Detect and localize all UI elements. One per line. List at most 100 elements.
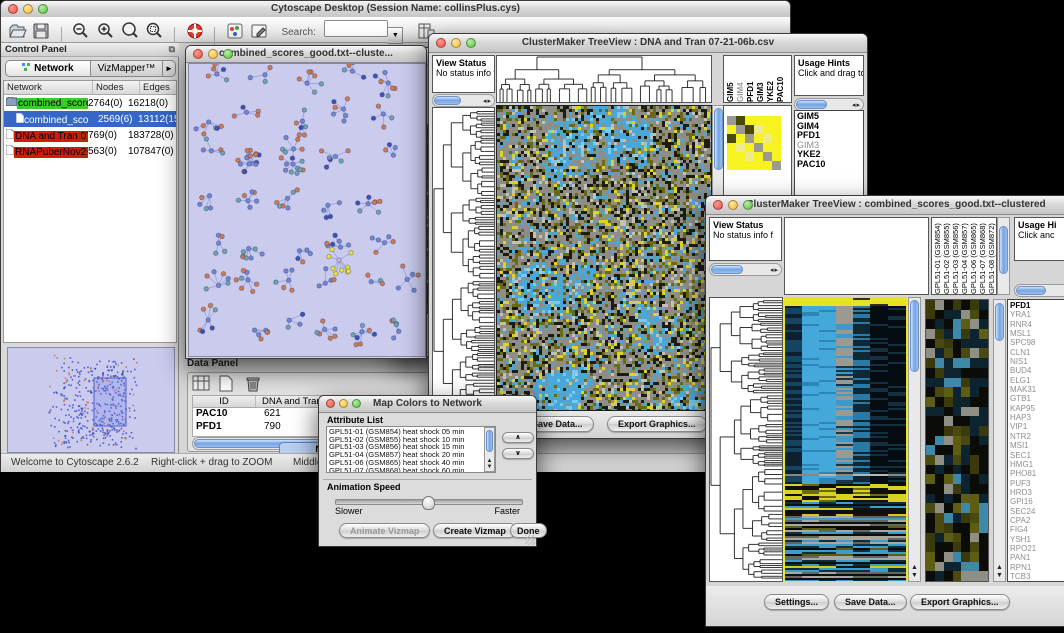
tv2-gene-label[interactable]: HRD3 (1010, 488, 1064, 497)
attribute-select-icon[interactable] (192, 375, 212, 395)
minimize-icon[interactable] (728, 200, 738, 210)
tv2-gene-label[interactable]: SPC98 (1010, 338, 1064, 347)
tv2-save-data-button[interactable]: Save Data... (834, 594, 907, 610)
network1-titlebar[interactable]: combined_scores_good.txt--cluste... (186, 46, 426, 63)
search-dropdown-button[interactable]: ▼ (388, 27, 403, 44)
help-icon[interactable] (185, 21, 205, 41)
close-icon[interactable] (436, 38, 446, 48)
tv2-gene-label[interactable]: MSL1 (1010, 329, 1064, 338)
tv2-gene-label[interactable]: RPN1 (1010, 563, 1064, 572)
dialog-titlebar[interactable]: Map Colors to Network (319, 396, 536, 413)
birdseye-view[interactable] (7, 347, 175, 453)
tv2-right-vscrollbar[interactable] (997, 217, 1010, 295)
vizmapper-icon[interactable] (225, 21, 245, 41)
save-session-icon[interactable] (31, 21, 51, 41)
create-vizmap-button[interactable]: Create Vizmap (433, 523, 517, 538)
minimize-icon[interactable] (451, 38, 461, 48)
tv2-gene-label[interactable]: CLN1 (1010, 348, 1064, 357)
network-row[interactable]: DNA and Tran 07 769(0) 183728(0) (4, 127, 176, 143)
zoom-window-icon[interactable] (38, 4, 48, 14)
window-controls[interactable] (8, 4, 48, 14)
scroll-arrows-icon[interactable]: ◂▸ (852, 101, 861, 109)
tv2-row-tree-panel[interactable] (709, 297, 783, 582)
tv2-gene-label[interactable]: NTR2 (1010, 432, 1064, 441)
tv2-gene-label[interactable]: PAN1 (1010, 553, 1064, 562)
scroll-arrows-icon[interactable]: ◂▸ (483, 97, 492, 105)
animate-vizmap-button[interactable]: Animate Vizmap (339, 523, 430, 538)
tab-network[interactable]: Network (5, 60, 91, 77)
tv1-export-graphics-button[interactable]: Export Graphics... (607, 416, 707, 432)
tv2-gene-label[interactable]: VIP1 (1010, 422, 1064, 431)
tv2-gene-label[interactable]: HMG1 (1010, 460, 1064, 469)
tv2-gene-label[interactable]: TCB3 (1010, 572, 1064, 581)
delete-attribute-icon[interactable] (245, 375, 265, 395)
minimize-icon[interactable] (23, 4, 33, 14)
resize-grip-icon[interactable] (525, 535, 535, 545)
attribute-item[interactable]: GPL51-07 (GSM868) heat shock 60 min (329, 467, 493, 473)
tv2-gene-label[interactable]: KAP95 (1010, 404, 1064, 413)
tv2-export-graphics-button[interactable]: Export Graphics... (910, 594, 1010, 610)
tv1-heatmap-panel[interactable] (496, 105, 712, 411)
col-header-network[interactable]: Network (4, 81, 93, 94)
tv2-heatmap-vscrollbar[interactable]: ▲▼ (908, 297, 921, 582)
scroll-arrows-icon[interactable]: ◂▸ (770, 266, 779, 274)
tv2-gene-label[interactable]: PFD1 (1010, 301, 1064, 310)
tv2-gene-label[interactable]: GPI16 (1010, 497, 1064, 506)
close-icon[interactable] (8, 4, 18, 14)
tab-vizmapper[interactable]: VizMapper™ (91, 60, 163, 77)
tv2-gene-label[interactable]: NIS1 (1010, 357, 1064, 366)
tv2-gene-label[interactable]: MSI1 (1010, 441, 1064, 450)
network-row-selected[interactable]: combined_sco 2569(6) 13112(15) (4, 111, 176, 127)
tv2-settings-button[interactable]: Settings... (764, 594, 829, 610)
tv2-zoom-panel[interactable] (925, 299, 989, 582)
tv2-gene-label[interactable]: GTB1 (1010, 394, 1064, 403)
zoom-in-icon[interactable] (96, 21, 116, 41)
new-attribute-icon[interactable] (218, 375, 238, 395)
tv2-gene-label[interactable]: BUD4 (1010, 366, 1064, 375)
close-icon[interactable] (326, 399, 335, 408)
tv2-gene-label[interactable]: CPA2 (1010, 516, 1064, 525)
minimize-icon[interactable] (339, 399, 348, 408)
tv1-view-status-scrollbar[interactable]: ◂▸ (432, 94, 495, 107)
close-icon[interactable] (193, 49, 203, 59)
zoom-window-icon[interactable] (223, 49, 233, 59)
tv2-genelist-vscrollbar[interactable]: ▲▼ (993, 299, 1006, 582)
tv2-gene-label[interactable]: YSH1 (1010, 535, 1064, 544)
close-icon[interactable] (713, 200, 723, 210)
col-header-nodes[interactable]: Nodes (93, 81, 140, 94)
scroll-arrows-icon[interactable]: ▲▼ (994, 564, 1005, 580)
tv2-gene-label[interactable]: RPO21 (1010, 544, 1064, 553)
tv2-gene-label[interactable]: RNR4 (1010, 320, 1064, 329)
tv2-gene-label[interactable]: MAK31 (1010, 385, 1064, 394)
treeview1-titlebar[interactable]: ClusterMaker TreeView : DNA and Tran 07-… (429, 34, 867, 53)
treeview2-titlebar[interactable]: ClusterMaker TreeView : combined_scores_… (706, 196, 1064, 215)
attribute-listbox[interactable]: GPL51-01 (GSM854) heat shock 05 minGPL51… (326, 426, 496, 473)
float-panel-icon[interactable]: ⧉ (169, 44, 175, 55)
zoom-window-icon[interactable] (743, 200, 753, 210)
tv2-gene-label[interactable]: YRA1 (1010, 310, 1064, 319)
network-row[interactable]: RNAPuberNov2+| 563(0) 107847(0) (4, 143, 176, 159)
tv2-heatmap-panel[interactable] (784, 297, 907, 582)
animation-speed-slider[interactable] (335, 499, 523, 505)
tv2-gene-label[interactable]: SEC1 (1010, 451, 1064, 460)
zoom-fit-icon[interactable] (145, 21, 165, 41)
main-titlebar[interactable]: Cytoscape Desktop (Session Name: collins… (1, 1, 790, 18)
tv2-view-status-scrollbar[interactable]: ◂▸ (709, 263, 782, 276)
tv2-usage-scrollbar[interactable]: ◂▸ (1014, 284, 1064, 297)
scroll-arrows-icon[interactable]: ▲▼ (485, 458, 494, 470)
tv1-column-tree-panel[interactable] (496, 55, 712, 103)
network-row[interactable]: combined_scores 2764(0) 16218(0) (4, 95, 176, 111)
search-input[interactable] (324, 20, 388, 37)
tv2-gene-label[interactable]: SEC24 (1010, 507, 1064, 516)
tv2-gene-label[interactable]: HAP3 (1010, 413, 1064, 422)
tv2-gene-list[interactable]: PFD1YRA1RNR4MSL1SPC98CLN1NIS1BUD4ELG1MAK… (1007, 299, 1064, 582)
network1-canvas-area[interactable] (188, 63, 426, 357)
tv2-gene-label[interactable]: PUF3 (1010, 479, 1064, 488)
zoom-out-icon[interactable] (71, 21, 91, 41)
minimize-icon[interactable] (208, 49, 218, 59)
slider-thumb[interactable] (422, 496, 435, 510)
tv2-column-tree-panel[interactable] (784, 217, 929, 295)
tv1-gene-label[interactable]: PAC10 (797, 160, 861, 170)
zoom-window-icon[interactable] (352, 399, 361, 408)
data-col-id[interactable]: ID (193, 396, 256, 407)
